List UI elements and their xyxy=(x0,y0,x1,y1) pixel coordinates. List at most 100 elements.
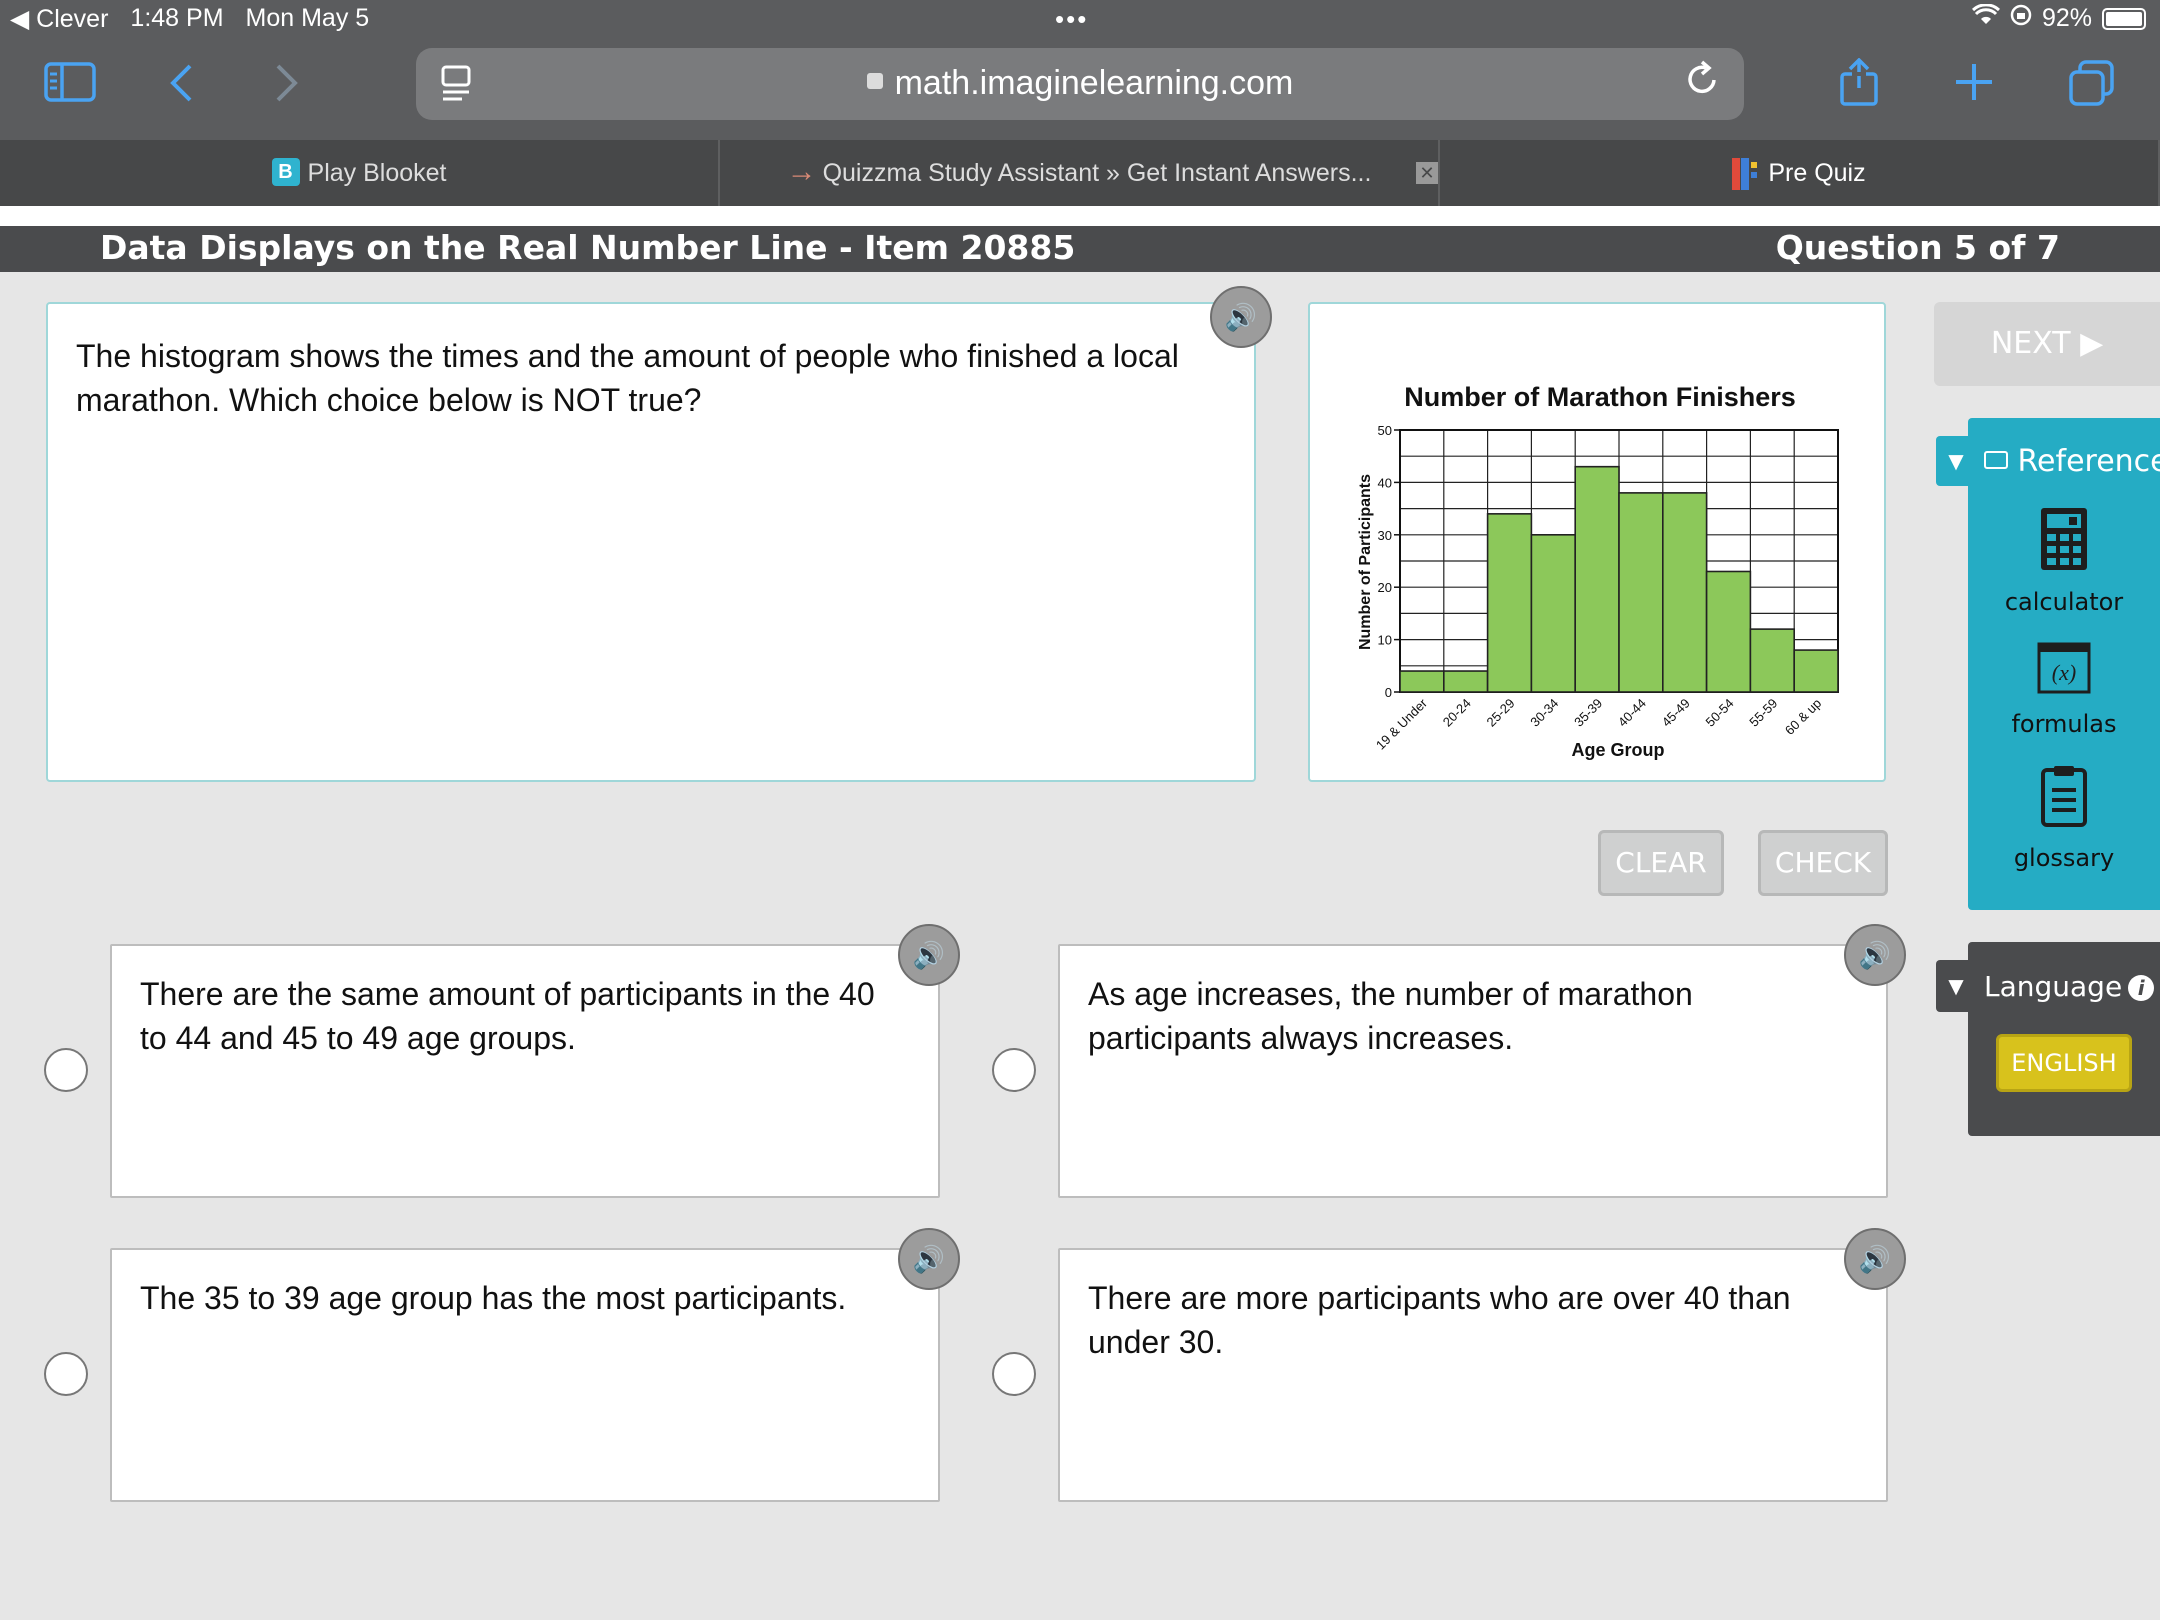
language-collapse-icon[interactable]: ▼ xyxy=(1936,960,1976,1012)
sidebar-icon[interactable] xyxy=(44,62,96,109)
formulas-glyph: (x) xyxy=(2052,660,2076,685)
histogram-bar xyxy=(1793,649,1839,693)
pre-quiz-favicon-icon xyxy=(1732,158,1760,191)
x-tick-label: 60 & up xyxy=(1782,696,1824,738)
x-tick-label: 55-59 xyxy=(1746,696,1780,730)
lesson-header: Data Displays on the Real Number Line - … xyxy=(0,226,2160,272)
calculator-tool[interactable]: calculator xyxy=(1968,506,2160,616)
tab-pre-quiz[interactable]: Pre Quiz xyxy=(1440,140,2160,206)
calculator-label: calculator xyxy=(2004,588,2124,616)
histogram-bar xyxy=(1574,465,1620,693)
answer-b-radio[interactable] xyxy=(992,1048,1036,1092)
histogram-bar xyxy=(1399,670,1445,693)
page-top-gap xyxy=(0,206,2160,226)
chart-card: Number of Marathon Finishers 0 10 20 30 40 50… xyxy=(1308,302,1886,782)
formulas-tool[interactable]: (x) formulas xyxy=(1968,642,2160,738)
y-axis-ticks: 0 10 20 30 40 50 xyxy=(1378,423,1400,700)
answer-option-c[interactable]: The 35 to 39 age group has the most part… xyxy=(110,1248,940,1502)
answer-c-speaker-icon[interactable]: 🔊 xyxy=(898,1228,960,1290)
answer-a-radio[interactable] xyxy=(44,1048,88,1092)
answer-option-a[interactable]: There are the same amount of participant… xyxy=(110,944,940,1198)
x-tick-label: 45-49 xyxy=(1659,696,1693,730)
x-tick-label: 20-24 xyxy=(1440,696,1474,730)
histogram-bar xyxy=(1486,513,1533,693)
tabs-overview-icon[interactable] xyxy=(2068,60,2116,113)
battery-icon xyxy=(2102,7,2146,30)
chart-title: Number of Marathon Finishers xyxy=(1404,382,1796,412)
answer-text: As age increases, the number of marathon… xyxy=(1088,976,1693,1056)
answer-text: The 35 to 39 age group has the most part… xyxy=(140,1280,847,1316)
histogram-bar xyxy=(1618,492,1664,693)
reference-book-icon xyxy=(1984,444,2018,479)
histogram-chart: Number of Marathon Finishers 0 10 20 30 40 50… xyxy=(1357,382,1839,760)
answer-option-b[interactable]: As age increases, the number of marathon… xyxy=(1058,944,1888,1198)
tab-bar: B Play Blooket → Quizzma Study Assistant »… xyxy=(0,140,2160,206)
glossary-label: glossary xyxy=(2013,844,2115,872)
quizzma-arrow-icon: → xyxy=(786,155,817,189)
x-tick-label: 25-29 xyxy=(1484,696,1518,730)
question-card: The histogram shows the times and the am… xyxy=(46,302,1256,782)
status-date: Mon May 5 xyxy=(245,4,370,32)
clear-button[interactable]: CLEAR xyxy=(1598,830,1724,896)
question-text: The histogram shows the times and the am… xyxy=(76,338,1179,418)
english-language-button[interactable]: ENGLISH xyxy=(1996,1034,2132,1092)
orientation-lock-icon xyxy=(2010,4,2032,33)
share-icon[interactable] xyxy=(1838,57,1880,115)
tab-play-blooket[interactable]: B Play Blooket xyxy=(0,140,720,206)
glossary-tool[interactable]: glossary xyxy=(1968,764,2160,872)
histogram-bar xyxy=(1705,570,1752,693)
answer-d-speaker-icon[interactable]: 🔊 xyxy=(1844,1228,1906,1290)
histogram-bar xyxy=(1749,628,1795,693)
next-button[interactable]: NEXT ▶ xyxy=(1934,302,2160,386)
x-tick-label: 35-39 xyxy=(1571,696,1605,730)
reference-collapse-icon[interactable]: ▼ xyxy=(1936,436,1976,486)
y-tick-label: 40 xyxy=(1378,475,1392,490)
x-tick-label: 19 & Under xyxy=(1373,695,1431,753)
y-tick-label: 30 xyxy=(1378,528,1392,543)
y-tick-label: 20 xyxy=(1378,580,1392,595)
answer-c-radio[interactable] xyxy=(44,1352,88,1396)
histogram-bar xyxy=(1661,492,1708,693)
check-button[interactable]: CHECK xyxy=(1758,830,1888,896)
blooket-favicon-icon: B xyxy=(271,158,300,187)
question-speaker-icon[interactable]: 🔊 xyxy=(1210,286,1272,348)
y-tick-label: 10 xyxy=(1378,633,1392,648)
language-title: Language xyxy=(1984,970,2123,1003)
close-tab-icon[interactable]: ✕ xyxy=(1416,162,1438,184)
formulas-icon: (x) xyxy=(1968,642,2160,700)
tab-label: Play Blooket xyxy=(307,159,447,187)
answer-a-speaker-icon[interactable]: 🔊 xyxy=(898,924,960,986)
formulas-label: formulas xyxy=(2011,710,2117,738)
tab-label: Quizzma Study Assistant » Get Instant An… xyxy=(822,159,1372,187)
y-tick-label: 0 xyxy=(1385,685,1392,700)
y-axis-label: Number of Participants xyxy=(1357,474,1374,650)
answer-text: There are more participants who are over… xyxy=(1088,1280,1791,1360)
language-header[interactable]: ▼ Language i xyxy=(1936,960,2160,1012)
info-icon[interactable]: i xyxy=(2128,975,2155,1001)
status-time: 1:48 PM xyxy=(130,4,224,32)
reference-header[interactable]: ▼ Reference xyxy=(1936,436,2160,486)
url-text: math.imaginelearning.com xyxy=(894,64,1294,102)
back-to-app-link[interactable]: ◀ Clever xyxy=(10,4,108,34)
back-arrow-icon[interactable] xyxy=(168,62,194,111)
tab-quizzma[interactable]: → Quizzma Study Assistant » Get Instant A… xyxy=(720,140,1440,206)
multitask-dots-icon[interactable]: ••• xyxy=(1055,4,1088,35)
x-axis-label: Age Group xyxy=(1572,740,1665,760)
address-bar[interactable]: math.imaginelearning.com xyxy=(416,48,1744,120)
x-tick-label: 30-34 xyxy=(1527,696,1561,730)
new-tab-plus-icon[interactable] xyxy=(1954,62,1994,109)
histogram-bar xyxy=(1443,670,1489,693)
x-tick-label: 40-44 xyxy=(1615,696,1649,730)
lock-icon xyxy=(866,73,883,90)
reload-icon[interactable] xyxy=(1684,60,1720,108)
x-tick-label: 50-54 xyxy=(1703,696,1737,730)
calculator-icon xyxy=(1968,506,2160,578)
answer-option-d[interactable]: There are more participants who are over… xyxy=(1058,1248,1888,1502)
answer-text: There are the same amount of participant… xyxy=(140,976,875,1056)
reference-title: Reference xyxy=(2017,444,2160,479)
y-tick-label: 50 xyxy=(1378,423,1392,438)
forward-arrow-icon[interactable] xyxy=(274,62,300,111)
glossary-icon xyxy=(1968,764,2160,834)
answer-d-radio[interactable] xyxy=(992,1352,1036,1396)
answer-b-speaker-icon[interactable]: 🔊 xyxy=(1844,924,1906,986)
